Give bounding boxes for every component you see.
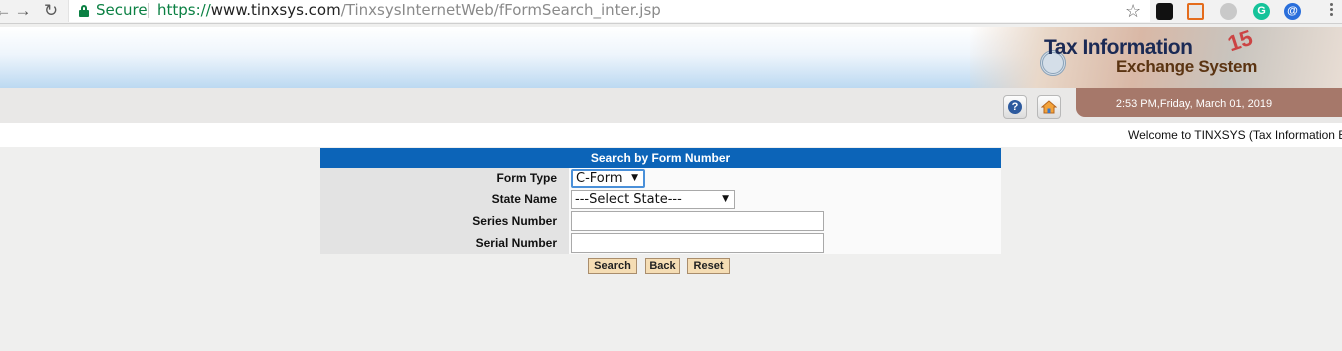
form-type-select[interactable]: C-Form ▼ — [571, 169, 645, 188]
site-subtitle: Exchange System — [1116, 57, 1258, 76]
form-row-form-type: Form Type C-Form ▼ — [320, 168, 1001, 189]
chevron-down-icon: ▼ — [722, 194, 729, 204]
lock-icon — [79, 5, 89, 17]
serial-number-cell — [569, 232, 1001, 254]
gear-extension-icon[interactable] — [1220, 3, 1237, 20]
secure-label: Secure — [96, 1, 148, 19]
state-name-label: State Name — [320, 189, 569, 210]
form-type-value: C-Form — [576, 171, 623, 186]
url-scheme: https:// — [157, 1, 211, 19]
address-bar[interactable]: Secure https://www.tinxsys.com/TinxsysIn… — [68, 0, 1150, 22]
state-name-cell: ---Select State--- ▼ — [569, 189, 1001, 210]
home-button[interactable] — [1037, 95, 1061, 119]
at-glyph: @ — [1287, 5, 1298, 17]
form-row-serial-number: Serial Number — [320, 232, 1001, 254]
forward-arrow-icon[interactable]: → — [12, 0, 34, 22]
extension-paw-icon[interactable] — [1156, 3, 1173, 20]
address-separator — [148, 3, 149, 18]
search-button[interactable]: Search — [588, 258, 637, 274]
form-header: Search by Form Number — [320, 148, 1001, 168]
back-button[interactable]: Back — [645, 258, 680, 274]
welcome-marquee: Welcome to TINXSYS (Tax Information E — [1128, 128, 1342, 142]
form-row-series-number: Series Number — [320, 210, 1001, 232]
welcome-strip: Welcome to TINXSYS (Tax Information E — [0, 123, 1342, 147]
serial-number-label: Serial Number — [320, 232, 569, 254]
url-path: /TinxsysInternetWeb/fFormSearch_inter.js… — [340, 1, 661, 19]
home-icon — [1041, 100, 1057, 114]
help-button[interactable]: ? — [1003, 95, 1027, 119]
menu-icon[interactable] — [1328, 2, 1334, 20]
state-name-value: ---Select State--- — [575, 192, 682, 207]
bookmark-star-icon[interactable]: ☆ — [1125, 0, 1141, 22]
serial-number-input[interactable] — [571, 233, 824, 253]
reload-icon[interactable]: ↻ — [40, 0, 62, 22]
chevron-down-icon: ▼ — [631, 173, 638, 183]
java-extension-icon[interactable] — [1187, 3, 1204, 20]
browser-toolbar: ← → ↻ Secure https://www.tinxsys.com/Tin… — [0, 0, 1342, 24]
grammarly-glyph: G — [1257, 5, 1266, 17]
form-row-state-name: State Name ---Select State--- ▼ — [320, 189, 1001, 210]
reset-button[interactable]: Reset — [687, 258, 730, 274]
url-host: www.tinxsys.com — [210, 1, 341, 19]
series-number-input[interactable] — [571, 211, 824, 231]
search-form: Search by Form Number Form Type C-Form ▼… — [320, 148, 1001, 254]
help-icon: ? — [1008, 100, 1022, 114]
series-number-cell — [569, 210, 1001, 232]
state-name-select[interactable]: ---Select State--- ▼ — [571, 190, 735, 209]
series-number-label: Series Number — [320, 210, 569, 232]
at-extension-icon[interactable]: @ — [1284, 3, 1301, 20]
grammarly-icon[interactable]: G — [1253, 3, 1270, 20]
url-text[interactable]: https://www.tinxsys.com/TinxsysInternetW… — [157, 1, 661, 19]
form-type-cell: C-Form ▼ — [569, 168, 1001, 189]
datetime-display: 2:53 PM,Friday, March 01, 2019 — [1076, 88, 1342, 117]
form-type-label: Form Type — [320, 168, 569, 189]
